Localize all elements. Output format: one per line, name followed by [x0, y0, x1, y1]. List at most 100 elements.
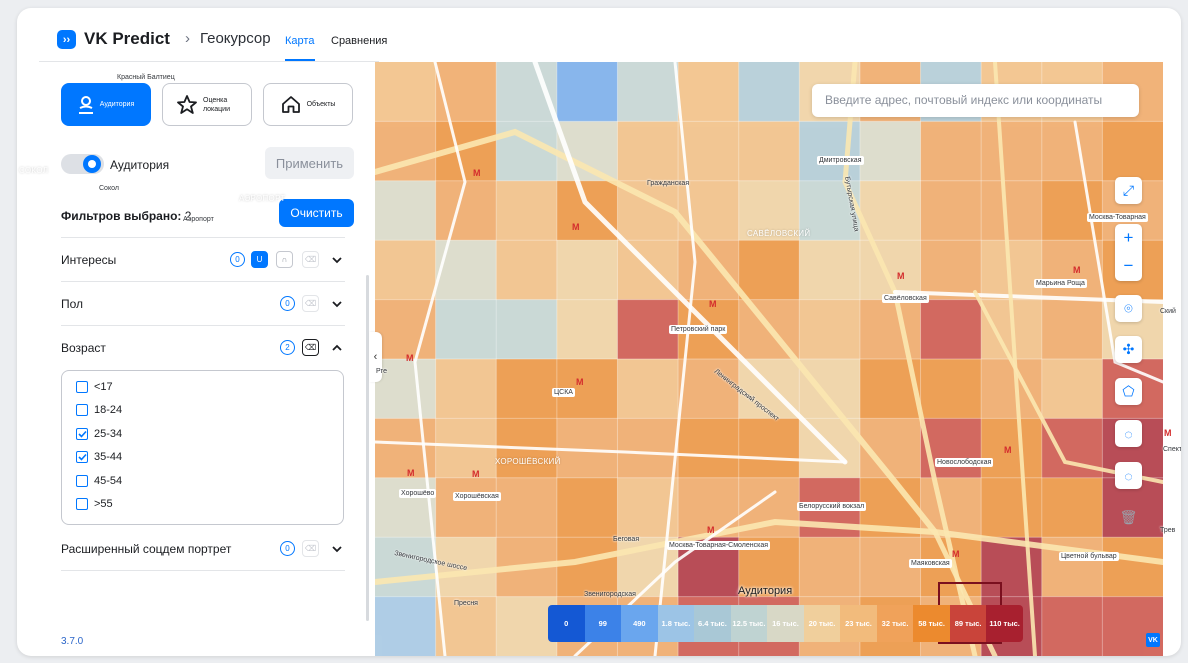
delete-icon[interactable]: 🗑 — [1115, 504, 1142, 531]
heatmap-cell[interactable] — [556, 299, 618, 360]
checkbox-checked[interactable] — [76, 451, 88, 463]
section-extended-portrait[interactable]: Расширенный соцдем портрет 0 ⌫ — [61, 527, 345, 571]
freeform-draw-icon[interactable]: ◌ — [1115, 462, 1142, 489]
metro-icon[interactable]: М — [406, 353, 414, 363]
heatmap-cell[interactable] — [859, 299, 922, 360]
gender-eraser-icon[interactable]: ⌫ — [302, 295, 319, 312]
heatmap-cell[interactable] — [556, 537, 618, 598]
checkbox-unchecked[interactable] — [76, 475, 88, 487]
heatmap-cell[interactable] — [1041, 121, 1103, 182]
heatmap-cell[interactable] — [435, 62, 497, 122]
heatmap-cell[interactable] — [617, 121, 679, 182]
heatmap-cell[interactable] — [859, 121, 922, 182]
heatmap-cell[interactable] — [617, 359, 679, 419]
metro-icon[interactable]: М — [1164, 428, 1172, 438]
metro-icon[interactable]: М — [1073, 265, 1081, 275]
heatmap-cell[interactable] — [920, 121, 982, 182]
heatmap-cell[interactable] — [678, 359, 740, 419]
section-interests[interactable]: Интересы 0 U ∩ ⌫ — [61, 237, 345, 281]
chevron-up-icon[interactable] — [331, 342, 343, 354]
age-option[interactable]: <17 — [76, 381, 113, 393]
metro-icon[interactable]: М — [572, 222, 580, 232]
metro-icon[interactable]: М — [709, 299, 717, 309]
brand-title[interactable]: VK Predict — [84, 29, 170, 49]
checkbox-unchecked[interactable] — [76, 404, 88, 416]
apply-button[interactable]: Применить — [265, 147, 354, 179]
sidebar-scrollbar[interactable] — [366, 275, 369, 621]
vk-predict-logo-icon[interactable]: ›› — [57, 30, 76, 49]
clear-button[interactable]: Очистить — [279, 199, 354, 227]
location-pin-icon[interactable]: ⌾ — [1115, 295, 1142, 322]
route-icon[interactable]: ✣ — [1115, 336, 1142, 363]
fullscreen-icon[interactable]: ⤢ — [1115, 177, 1142, 204]
age-eraser-icon[interactable]: ⌫ — [302, 339, 319, 356]
heatmap-cell[interactable] — [678, 62, 740, 122]
chevron-down-icon[interactable] — [331, 254, 343, 266]
heatmap-cell[interactable] — [1102, 121, 1163, 182]
zoom-out-button[interactable]: − — [1115, 252, 1142, 280]
heatmap-cell[interactable] — [617, 62, 679, 122]
checkbox-checked[interactable] — [76, 428, 88, 440]
heatmap-cell[interactable] — [920, 299, 982, 360]
heatmap-cell[interactable] — [738, 240, 800, 301]
heatmap-cell[interactable] — [981, 121, 1043, 182]
age-option[interactable]: 35-44 — [76, 451, 122, 463]
age-option[interactable]: 18-24 — [76, 404, 122, 416]
union-button[interactable]: U — [251, 251, 268, 268]
age-option[interactable]: 45-54 — [76, 475, 122, 487]
heatmap-cell[interactable] — [435, 477, 497, 538]
heatmap-cell[interactable] — [435, 299, 497, 360]
heatmap-cell[interactable] — [556, 180, 618, 241]
heatmap-cell[interactable] — [375, 537, 437, 598]
circle-draw-icon[interactable]: ◌ — [1115, 420, 1142, 447]
metro-icon[interactable]: М — [473, 168, 481, 178]
heatmap-cell[interactable] — [678, 418, 740, 479]
heatmap-cell[interactable] — [799, 299, 861, 360]
metro-icon[interactable]: М — [897, 271, 905, 281]
age-option[interactable]: >55 — [76, 498, 113, 510]
heatmap-cell[interactable] — [981, 180, 1043, 241]
chevron-down-icon[interactable] — [331, 543, 343, 555]
heatmap-cell[interactable] — [496, 240, 558, 301]
heatmap-cell[interactable] — [1041, 359, 1103, 419]
heatmap-cell[interactable] — [1102, 596, 1163, 656]
heatmap-cell[interactable] — [981, 418, 1043, 479]
metro-icon[interactable]: М — [707, 525, 715, 535]
heatmap-cell[interactable] — [738, 62, 800, 122]
heatmap-cell[interactable] — [375, 596, 437, 656]
heatmap-cell[interactable] — [556, 477, 618, 538]
heatmap-cell[interactable] — [1041, 596, 1103, 656]
section-gender[interactable]: Пол 0 ⌫ — [61, 281, 345, 325]
address-search-input[interactable]: Введите адрес, почтовый индекс или коорд… — [812, 84, 1139, 117]
mode-location-score-button[interactable]: Оценка локации — [162, 83, 252, 126]
heatmap-cell[interactable] — [435, 418, 497, 479]
chevron-down-icon[interactable] — [331, 298, 343, 310]
age-option[interactable]: 25-34 — [76, 428, 122, 440]
heatmap-cell[interactable] — [617, 240, 679, 301]
heatmap-map[interactable] — [375, 62, 1163, 656]
extended-eraser-icon[interactable]: ⌫ — [302, 540, 319, 557]
heatmap-cell[interactable] — [920, 359, 982, 419]
metro-icon[interactable]: М — [952, 549, 960, 559]
heatmap-cell[interactable] — [435, 180, 497, 241]
metro-icon[interactable]: М — [1004, 445, 1012, 455]
tab-map[interactable]: Карта — [285, 35, 314, 47]
heatmap-cell[interactable] — [556, 240, 618, 301]
section-age[interactable]: Возраст 2 ⌫ — [61, 325, 345, 369]
heatmap-cell[interactable] — [617, 418, 679, 479]
heatmap-cell[interactable] — [375, 299, 437, 360]
heatmap-cell[interactable] — [496, 299, 558, 360]
heatmap-cell[interactable] — [799, 359, 861, 419]
tab-comparisons[interactable]: Сравнения — [331, 35, 387, 47]
metro-icon[interactable]: М — [472, 469, 480, 479]
checkbox-unchecked[interactable] — [76, 381, 88, 393]
zoom-in-button[interactable]: + — [1115, 224, 1142, 252]
heatmap-cell[interactable] — [375, 240, 437, 301]
heatmap-cell[interactable] — [1041, 477, 1103, 538]
metro-icon[interactable]: М — [576, 377, 584, 387]
mode-objects-button[interactable]: Объекты — [263, 83, 353, 126]
checkbox-unchecked[interactable] — [76, 498, 88, 510]
heatmap-cell[interactable] — [435, 359, 497, 419]
heatmap-cell[interactable] — [799, 240, 861, 301]
heatmap-cell[interactable] — [375, 180, 437, 241]
